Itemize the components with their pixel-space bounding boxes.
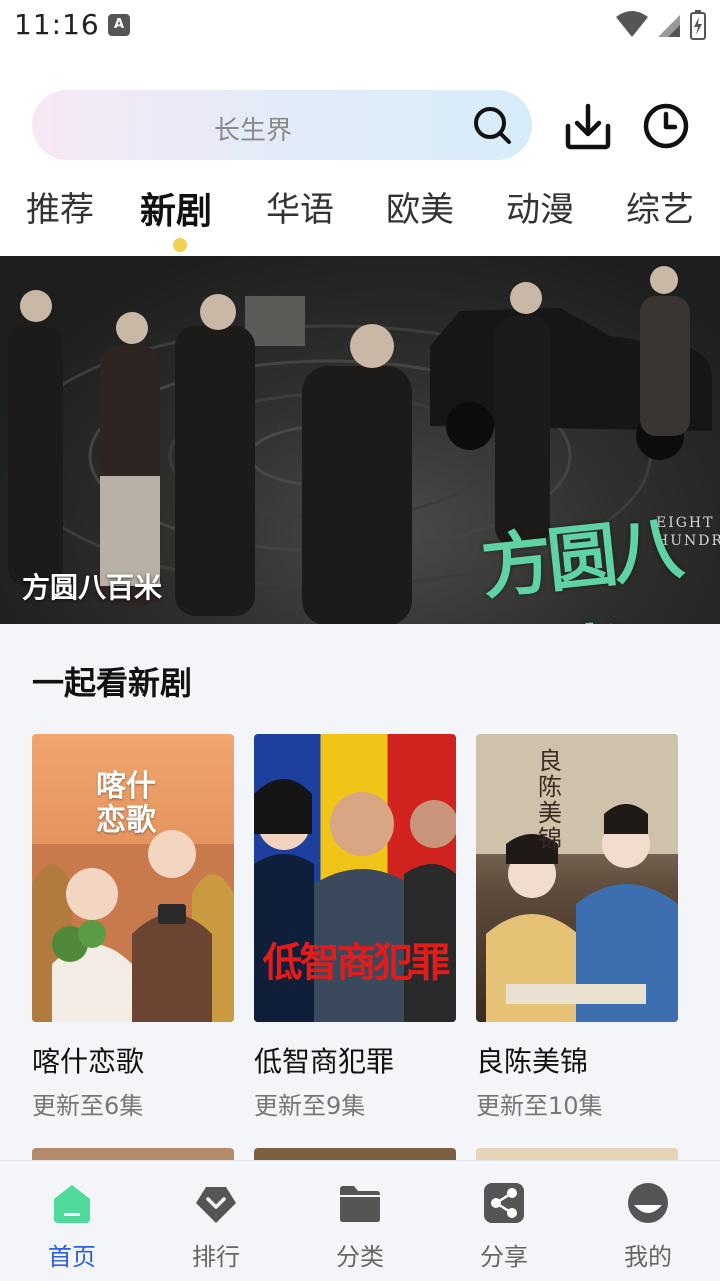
status-icons: [616, 10, 706, 40]
show-status: 更新至10集: [476, 1092, 603, 1120]
folder-icon: [340, 1186, 380, 1222]
show-title[interactable]: 低智商犯罪: [254, 1040, 394, 1080]
nav-profile-label: 我的: [624, 1243, 672, 1271]
show-card[interactable]: 喀什恋歌 喀什恋歌 更新至6集: [32, 734, 234, 1120]
show-poster[interactable]: 低智商犯罪: [254, 734, 456, 1022]
profile-icon: [628, 1183, 668, 1223]
nav-ranking-label: 排行: [192, 1243, 240, 1271]
tab-variety[interactable]: 综艺: [626, 182, 694, 231]
share-icon: [484, 1183, 524, 1223]
nav-share-label: 分享: [480, 1243, 528, 1271]
tab-recommend[interactable]: 推荐: [26, 182, 94, 231]
tab-anime[interactable]: 动漫: [506, 182, 574, 231]
search-placeholder: 长生界: [214, 116, 293, 146]
nav-share[interactable]: 分享: [432, 1161, 576, 1281]
nav-home-label: 首页: [48, 1243, 96, 1271]
section-title: 一起看新剧: [32, 664, 193, 702]
ranking-icon: [196, 1187, 236, 1223]
tab-western[interactable]: 欧美: [386, 182, 454, 231]
show-status: 更新至6集: [32, 1092, 144, 1120]
wifi-icon: [616, 11, 648, 37]
tab-chinese[interactable]: 华语: [266, 182, 334, 231]
tab-indicator: [173, 238, 187, 252]
nav-category-label: 分类: [336, 1243, 384, 1271]
battery-icon: [690, 10, 706, 40]
home-icon: [54, 1185, 90, 1223]
search-bar[interactable]: 长生界: [32, 90, 532, 160]
signal-icon: [658, 15, 680, 37]
poster-title: 良陈美锦: [538, 747, 562, 853]
poster-art: [476, 734, 678, 1022]
show-card[interactable]: 良陈美锦 良陈美锦 更新至10集: [476, 734, 678, 1120]
history-icon[interactable]: [640, 100, 692, 152]
status-bar: 11:16 A: [0, 0, 720, 50]
notification-icon: A: [108, 14, 130, 36]
show-title[interactable]: 喀什恋歌: [32, 1040, 144, 1080]
poster-title: 喀什恋歌: [96, 769, 156, 838]
show-status: 更新至9集: [254, 1092, 366, 1120]
nav-category[interactable]: 分类: [288, 1161, 432, 1281]
status-time: 11:16: [14, 8, 100, 41]
show-poster[interactable]: 良陈美锦: [476, 734, 678, 1022]
search-icon[interactable]: [472, 105, 512, 145]
download-icon[interactable]: [562, 100, 614, 152]
nav-ranking[interactable]: 排行: [144, 1161, 288, 1281]
bottom-navigation: 首页 排行 分类 分享 我的: [0, 1160, 720, 1281]
poster-title: 低智商犯罪: [262, 939, 451, 986]
nav-profile[interactable]: 我的: [576, 1161, 720, 1281]
show-card[interactable]: 低智商犯罪 低智商犯罪 更新至9集: [254, 734, 456, 1120]
tab-new-drama[interactable]: 新剧: [140, 182, 212, 234]
nav-home[interactable]: 首页: [0, 1161, 144, 1281]
show-poster[interactable]: 喀什恋歌: [32, 734, 234, 1022]
category-tabs: 推荐 新剧 华语 欧美 动漫 综艺: [0, 182, 720, 252]
banner-caption: 方圆八百米: [22, 571, 163, 604]
show-title[interactable]: 良陈美锦: [476, 1040, 588, 1080]
